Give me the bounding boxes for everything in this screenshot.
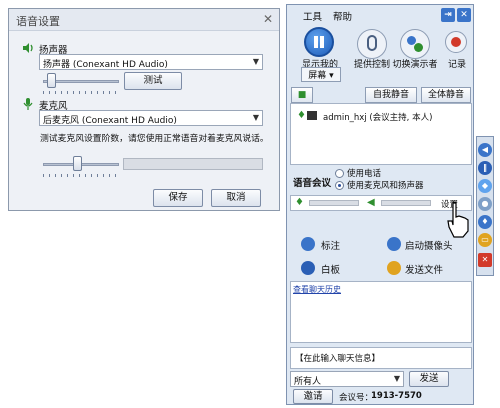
chat-input[interactable]: 【在此输入聊天信息】 — [290, 347, 472, 369]
computer-icon — [307, 111, 317, 120]
dialog-close-icon[interactable]: ✕ — [263, 12, 273, 26]
annotate-button[interactable]: 标注 — [321, 238, 340, 252]
camera-icon[interactable] — [387, 237, 401, 251]
mic-level-meter — [123, 158, 263, 170]
share-icon[interactable]: ◆ — [478, 179, 492, 193]
speaker-level-meter — [381, 200, 431, 206]
mute-self-button[interactable]: 自我静音 — [365, 87, 417, 103]
mouse-icon[interactable]: ● — [478, 197, 492, 211]
recipient-select[interactable]: 所有人 ▼ — [290, 371, 404, 387]
send-button[interactable]: 发送 — [409, 371, 449, 387]
start-camera-button[interactable]: 启动摄像头 — [405, 238, 453, 252]
mic-volume-ticks — [43, 174, 119, 177]
chat-icon[interactable]: ▭ — [478, 233, 492, 247]
participants-tab[interactable]: ■ — [291, 87, 313, 103]
toolbar-label-record: 记录 — [447, 60, 466, 70]
pause-icon[interactable] — [304, 27, 334, 57]
recipient-value: 所有人 — [294, 377, 322, 387]
speaker-device-select[interactable]: 扬声器 (Conexant HD Audio) ▼ — [39, 54, 263, 70]
floating-toolbar: ◀ ‖ ◆ ● ♦ ▭ ✕ — [476, 136, 494, 276]
chevron-down-icon: ▼ — [252, 57, 259, 66]
voice-conference-label: 语音会议 — [293, 178, 332, 189]
dialog-title: 语音设置 — [16, 15, 60, 28]
hand-cursor-icon — [447, 202, 469, 238]
invite-button-label: 邀请 — [303, 391, 323, 402]
chevron-down-icon: ▼ — [393, 374, 400, 383]
cancel-button[interactable]: 取消 — [211, 189, 261, 207]
send-file-icon[interactable] — [387, 261, 401, 275]
speaker-icon: ◀ — [367, 197, 375, 208]
send-file-button[interactable]: 发送文件 — [405, 262, 443, 276]
chat-history-link[interactable]: 查看聊天历史 — [293, 284, 341, 295]
speaker-icon — [23, 43, 33, 53]
meeting-panel: 工具 帮助 ⇥ ✕ 显示我的 屏幕 ▾ 提供控制 切换演示者 记录 ■ 自我静音… — [286, 4, 474, 405]
speaker-volume-slider[interactable] — [47, 73, 56, 88]
whiteboard-icon[interactable] — [301, 261, 315, 275]
test-button[interactable]: 测试 — [124, 72, 182, 90]
mic-level-meter — [309, 200, 359, 206]
chat-history-area: 查看聊天历史 — [290, 281, 472, 343]
voice-option-phone[interactable]: 使用电话 — [347, 167, 381, 179]
invite-button[interactable]: 邀请 — [293, 389, 333, 404]
chat-input-placeholder: 【在此输入聊天信息】 — [295, 354, 381, 364]
annotate-icon[interactable] — [301, 237, 315, 251]
screen-dropdown[interactable]: 屏幕 ▾ — [301, 67, 341, 82]
dialog-titlebar: 语音设置 ✕ — [9, 9, 279, 31]
meeting-id: 1913-7570 — [371, 391, 422, 401]
close-icon[interactable]: ✕ — [457, 8, 471, 22]
participant-row[interactable]: ♦ admin_hxj (会议主持, 本人) — [297, 110, 473, 124]
participant-list: ♦ admin_hxj (会议主持, 本人) — [290, 103, 472, 165]
menu-help[interactable]: 帮助 — [333, 9, 352, 23]
meeting-id-label: 会议号： — [339, 393, 374, 403]
screen-dropdown-value: 屏幕 — [308, 71, 327, 81]
mouse-icon[interactable] — [357, 29, 387, 59]
mic-device-value: 后麦克风 (Conexant HD Audio) — [43, 116, 177, 126]
mic-icon: ♦ — [297, 110, 306, 121]
voice-option-mic[interactable]: 使用麦克风和扬声器 — [347, 179, 424, 191]
close-icon[interactable]: ✕ — [478, 253, 492, 267]
audio-settings-dialog: 语音设置 ✕ 扬声器 扬声器 (Conexant HD Audio) ▼ 测试 … — [8, 8, 280, 211]
pause-icon[interactable]: ‖ — [478, 161, 492, 175]
mic-icon[interactable]: ♦ — [478, 215, 492, 229]
save-button[interactable]: 保存 — [153, 189, 203, 207]
speaker-device-value: 扬声器 (Conexant HD Audio) — [43, 60, 168, 70]
mic-device-select[interactable]: 后麦克风 (Conexant HD Audio) ▼ — [39, 110, 263, 126]
microphone-icon — [23, 98, 33, 110]
speaker-volume-ticks — [43, 91, 119, 94]
voice-option-mic-radio[interactable] — [335, 181, 344, 190]
menu-tools[interactable]: 工具 — [303, 9, 322, 23]
record-icon[interactable] — [445, 31, 467, 53]
participant-name: admin_hxj (会议主持, 本人) — [323, 113, 433, 123]
mic-icon: ♦ — [295, 197, 304, 208]
restore-icon[interactable]: ⇥ — [441, 8, 455, 22]
mic-hint-text: 测试麦克风设置阶数，请您使用正常语音对着麦克风说话。 — [40, 134, 269, 144]
toolbar-label-switch-presenter: 切换演示者 — [392, 60, 438, 70]
chevron-down-icon: ▼ — [252, 113, 259, 122]
mute-all-button[interactable]: 全体静音 — [421, 87, 471, 103]
participants-icon: ■ — [297, 90, 307, 100]
switch-presenter-icon[interactable] — [400, 29, 430, 59]
whiteboard-button[interactable]: 白板 — [321, 262, 340, 276]
arrow-left-icon[interactable]: ◀ — [478, 143, 492, 157]
voice-option-phone-radio[interactable] — [335, 169, 344, 178]
toolbar-label-give-control: 提供控制 — [353, 60, 390, 70]
mic-volume-slider[interactable] — [73, 156, 82, 171]
